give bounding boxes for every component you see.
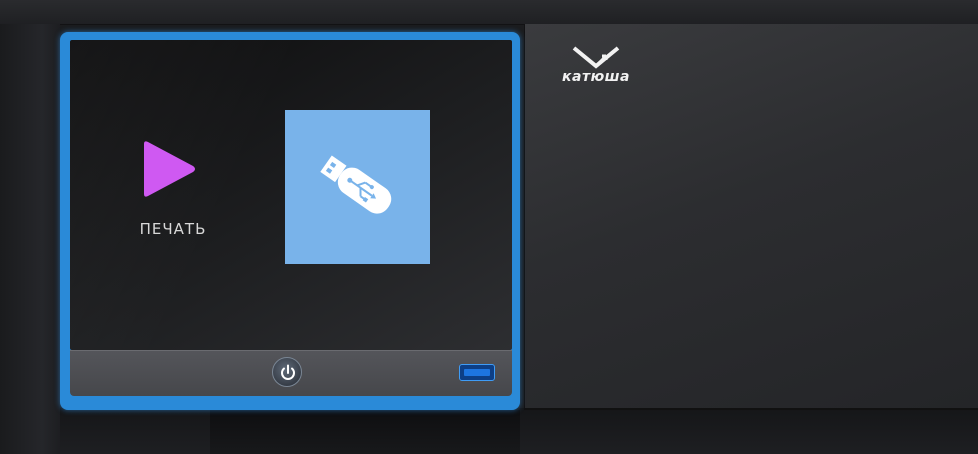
print-tile[interactable]: ПЕЧАТЬ	[110, 136, 240, 246]
print-label: ПЕЧАТЬ	[139, 220, 207, 238]
paper-slot	[210, 410, 520, 454]
usb-port-slot	[464, 369, 490, 376]
usb-drive-icon	[320, 155, 392, 214]
power-icon	[281, 364, 295, 380]
brand-logo-text: катюша	[562, 69, 630, 85]
power-button[interactable]	[272, 357, 302, 387]
usb-port-icon[interactable]	[459, 364, 495, 381]
usb-tile[interactable]	[285, 110, 430, 264]
device-side-edge	[0, 24, 60, 454]
device-top-edge	[0, 0, 978, 25]
play-icon	[144, 141, 195, 197]
